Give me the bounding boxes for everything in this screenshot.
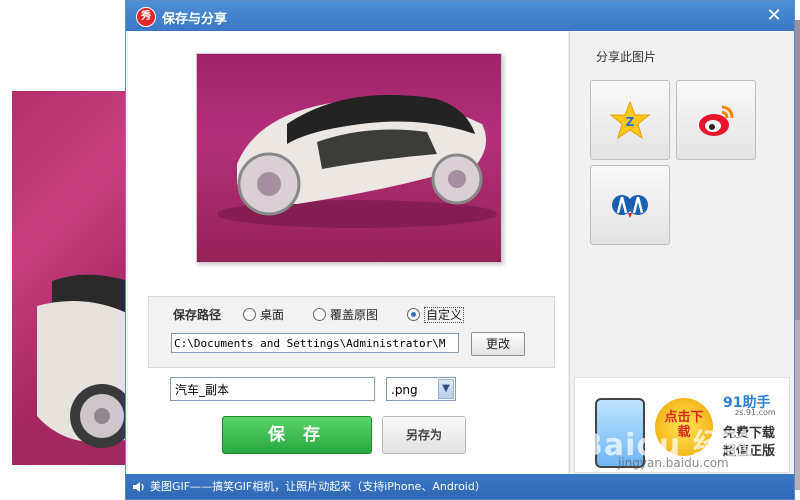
footer-promo-text[interactable]: 美图GIF——搞笑GIF相机，让照片动起来（支持iPhone、Android） [150,474,486,499]
share-title: 分享此图片 [596,50,657,64]
radio-desktop-indicator[interactable] [243,308,256,321]
save-button[interactable]: 保 存 [222,416,372,454]
share-renren-button[interactable] [590,165,670,245]
close-button[interactable]: ✕ [764,6,784,26]
filename-input[interactable]: 汽车_副本 [170,377,375,401]
radio-custom-indicator[interactable] [407,308,420,321]
radio-overwrite-label: 覆盖原图 [330,308,379,322]
extension-select[interactable]: .png ▼ [386,377,456,401]
save-panel: 保存路径 桌面 覆盖原图 自定义 C:\Documents and Settin… [128,31,568,474]
save-path-label: 保存路径 [173,308,222,322]
radio-desktop[interactable]: 桌面 [243,306,284,323]
radio-overwrite-indicator[interactable] [313,308,326,321]
ad-domain: zs.91.com [735,408,776,417]
share-qzone-button[interactable]: Z [590,80,670,160]
radio-custom-label: 自定义 [424,307,465,323]
save-path-group: 保存路径 桌面 覆盖原图 自定义 C:\Documents and Settin… [148,296,555,368]
background-photo [12,91,142,465]
change-path-button[interactable]: 更改 [471,332,525,356]
weibo-icon [699,105,734,136]
save-as-button[interactable]: 另存为 [382,416,466,454]
chevron-down-icon[interactable]: ▼ [438,379,454,399]
extension-value: .png [391,383,418,397]
share-weibo-button[interactable] [676,80,756,160]
preview-photo [197,54,501,262]
car-image [217,94,497,228]
dialog-title: 保存与分享 [162,12,228,27]
baidu-watermark-url: jingyan.baidu.com [618,456,729,470]
share-panel: 分享此图片 Z 点击下载 91助手 zs.91.com 免费下载 超值正版 [569,31,793,474]
app-logo-icon: 秀 [136,7,156,27]
title-bar[interactable]: 秀 保存与分享 ✕ [126,1,794,31]
footer-bar[interactable]: 美图GIF——搞笑GIF相机，让照片动起来（支持iPhone、Android） [126,474,794,499]
path-input[interactable]: C:\Documents and Settings\Administrator\… [171,333,459,353]
speaker-icon [133,482,144,492]
radio-desktop-label: 桌面 [260,308,285,322]
radio-overwrite[interactable]: 覆盖原图 [313,306,378,323]
svg-text:Z: Z [626,115,635,129]
image-preview [196,53,502,263]
radio-custom[interactable]: 自定义 [407,306,465,323]
renren-icon [612,195,648,218]
qzone-star-icon: Z [610,100,650,140]
